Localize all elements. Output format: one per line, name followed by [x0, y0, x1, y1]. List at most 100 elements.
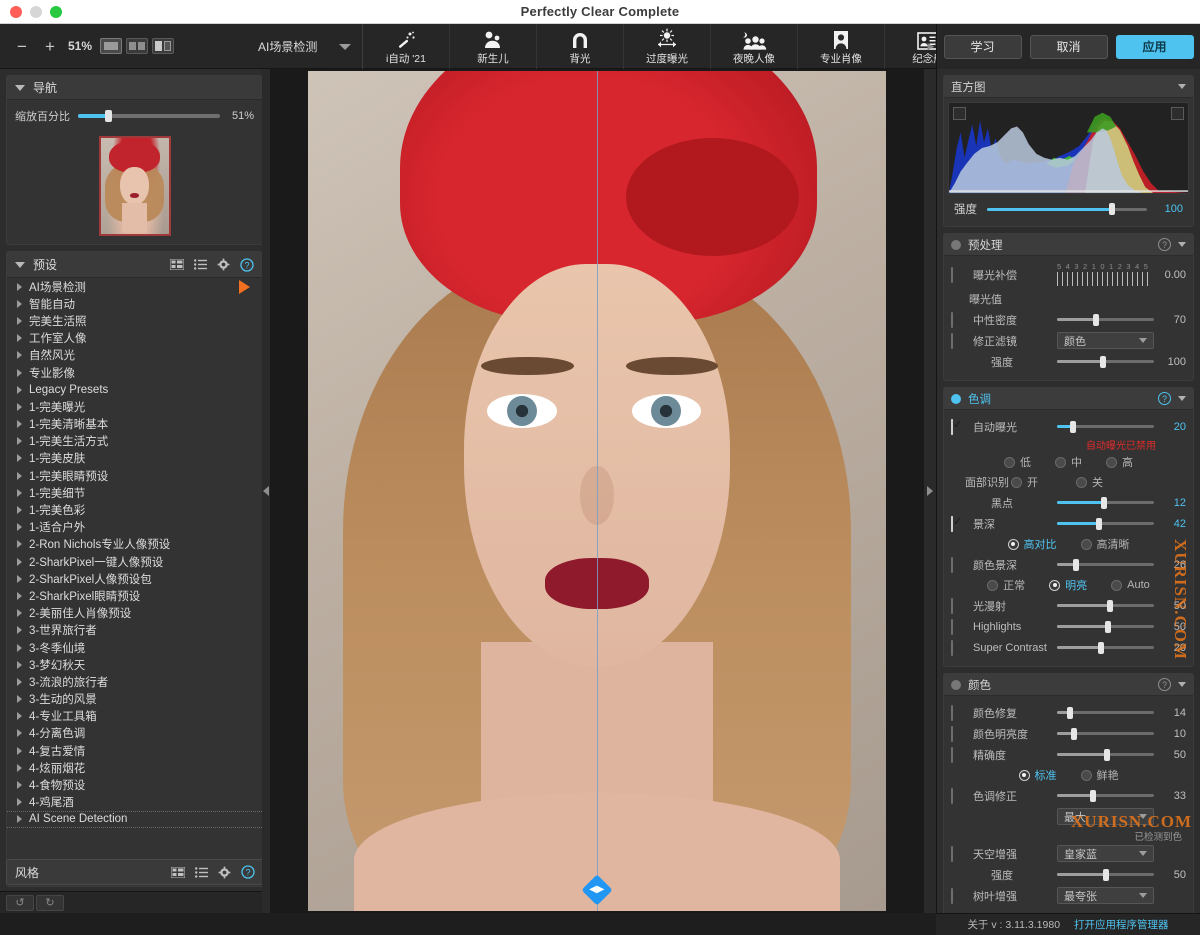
zoom-in-button[interactable]: + [36, 32, 64, 60]
redo-button[interactable]: ↻ [36, 894, 64, 911]
chevron-right-icon[interactable] [17, 523, 22, 532]
slider-knob[interactable] [1073, 558, 1080, 571]
preview-image[interactable]: ◀▶ [308, 71, 886, 911]
chevron-right-icon[interactable] [17, 437, 22, 446]
slider-sky-strength[interactable] [1057, 868, 1154, 881]
chevron-right-icon[interactable] [17, 660, 22, 669]
chevron-right-icon[interactable] [17, 574, 22, 583]
radio-face-detection-2[interactable]: 关 [1076, 474, 1103, 490]
radio-accuracy-mode-2[interactable]: 鲜艳 [1080, 767, 1119, 783]
radio-accuracy-mode-1[interactable]: 标准 [1018, 767, 1057, 783]
preset-row[interactable]: 1-完美皮肤 [7, 450, 262, 467]
slider-highlights[interactable] [1057, 620, 1154, 633]
radio-color-depth-mode-1[interactable]: 正常 [987, 577, 1025, 593]
checkbox-auto-exposure[interactable] [951, 418, 953, 435]
section-help-icon[interactable]: ? [1158, 238, 1171, 251]
slider-knob[interactable] [1100, 496, 1107, 509]
chevron-right-icon[interactable] [17, 609, 22, 618]
scene-detection-dropdown[interactable]: AI场景检测 [258, 24, 352, 69]
radio-depth-mode-2[interactable]: 高清晰 [1080, 536, 1130, 552]
chevron-right-icon[interactable] [17, 626, 22, 635]
preset-row[interactable]: 4-鸡尾酒 [7, 794, 262, 811]
gear-icon[interactable] [217, 258, 230, 271]
checkbox-neutral-density[interactable] [951, 311, 953, 328]
chevron-right-icon[interactable] [17, 781, 22, 790]
slider-knob[interactable] [1071, 727, 1078, 740]
radio-color-depth-mode-3[interactable]: Auto [1111, 579, 1150, 591]
right-panel[interactable]: 直方图 强度 100 预处理 ? 曝光补偿 5 4 3 2 1 0 1 2 3 … [936, 69, 1200, 913]
navigator-zoom-slider[interactable] [78, 110, 220, 122]
right-panel-collapse-handle[interactable] [924, 69, 936, 913]
chevron-right-icon[interactable] [17, 746, 22, 755]
preset-row[interactable]: 4-复古爱情 [7, 742, 262, 759]
section-toggle-icon[interactable] [951, 239, 961, 250]
view-mode-split-icon[interactable] [152, 38, 175, 54]
preset-row[interactable]: 工作室人像 [7, 330, 262, 347]
preset-row[interactable]: 自然风光 [7, 347, 262, 364]
preset-row[interactable]: 1-完美生活方式 [7, 433, 262, 450]
learn-button[interactable]: 学习 [943, 34, 1022, 59]
checkbox-super-contrast[interactable] [951, 639, 953, 656]
presets-collapse-icon[interactable] [15, 261, 25, 268]
zoom-out-button[interactable]: − [8, 32, 36, 60]
preset-row[interactable]: 3-流浪的旅行者 [7, 673, 262, 690]
chevron-right-icon[interactable] [17, 815, 22, 824]
slider-auto-exposure[interactable] [1057, 420, 1154, 433]
undo-button[interactable]: ↺ [6, 894, 34, 911]
navigator-thumbnail[interactable] [98, 136, 171, 236]
radio-exposure-level-3[interactable]: 高 [1106, 454, 1133, 470]
dropdown-tint-max[interactable]: 最大 [1057, 808, 1154, 825]
chevron-right-icon[interactable] [17, 591, 22, 600]
slider-knob[interactable] [1066, 706, 1073, 719]
open-app-manager-link[interactable]: 打开应用程序管理器 [1074, 917, 1169, 932]
chevron-right-icon[interactable] [17, 420, 22, 429]
preset-row[interactable]: 2-Ron Nichols专业人像预设 [7, 536, 262, 553]
preset-row[interactable]: 专业影像 [7, 364, 262, 381]
chevron-right-icon[interactable] [17, 712, 22, 721]
slider-depth[interactable] [1057, 517, 1154, 530]
checkbox-color-repair[interactable] [951, 704, 953, 721]
slider-knob[interactable] [1092, 313, 1099, 326]
strength-slider[interactable] [987, 203, 1147, 215]
toolbar-scroll-right-icon[interactable]: ▶ [927, 24, 935, 69]
slider-knob[interactable] [1104, 748, 1111, 761]
preset-apply-play-icon[interactable] [239, 279, 250, 294]
toolbar-item-1[interactable]: i自动 '21 [362, 24, 449, 69]
chevron-right-icon[interactable] [17, 557, 22, 566]
radio-exposure-level-2[interactable]: 中 [1055, 454, 1082, 470]
presets-list[interactable]: AI场景检测 智能自动 完美生活照 工作室人像 自然风光 专业影像 Legacy Prese… [7, 278, 262, 886]
preset-row[interactable]: 1-完美色彩 [7, 501, 262, 518]
chevron-right-icon[interactable] [17, 488, 22, 497]
checkbox-highlights[interactable] [951, 618, 953, 635]
styles-list-view-icon[interactable] [195, 866, 208, 878]
view-mode-dual-icon[interactable] [126, 38, 149, 54]
chevron-right-icon[interactable] [17, 351, 22, 360]
preset-row[interactable]: 3-生动的风景 [7, 691, 262, 708]
slider-super-contrast[interactable] [1057, 641, 1154, 654]
collapse-triangle-icon[interactable] [15, 84, 25, 91]
slider-color-repair[interactable] [1057, 706, 1154, 719]
preset-row[interactable]: 2-SharkPixel眼睛预设 [7, 587, 262, 604]
slider-color-depth[interactable] [1057, 558, 1154, 571]
chevron-right-icon[interactable] [17, 695, 22, 704]
styles-grid-view-icon[interactable] [171, 866, 185, 878]
preset-row[interactable]: AI Scene Detection [7, 810, 262, 828]
section-collapse-icon[interactable] [1178, 682, 1186, 687]
chevron-right-icon[interactable] [17, 402, 22, 411]
preset-row[interactable]: 4-食物预设 [7, 776, 262, 793]
dropdown-foliage-enhance[interactable]: 最夸张 [1057, 887, 1154, 904]
chevron-right-icon[interactable] [17, 282, 22, 291]
chevron-right-icon[interactable] [17, 334, 22, 343]
chevron-right-icon[interactable] [17, 385, 22, 394]
slider-knob[interactable] [1097, 641, 1104, 654]
section-header-preprocess[interactable]: 预处理? [944, 234, 1193, 256]
slider-knob[interactable] [1102, 868, 1109, 881]
checkbox-light-diffusion[interactable] [951, 597, 953, 614]
preset-row[interactable]: 4-分离色调 [7, 725, 262, 742]
chevron-right-icon[interactable] [17, 506, 22, 515]
checkbox-tint-correction[interactable] [951, 787, 953, 804]
toolbar-item-5[interactable]: 夜晚人像 [710, 24, 797, 69]
slider-knob[interactable] [1089, 789, 1096, 802]
chevron-right-icon[interactable] [17, 677, 22, 686]
checkbox-sky-enhance[interactable] [951, 845, 953, 862]
